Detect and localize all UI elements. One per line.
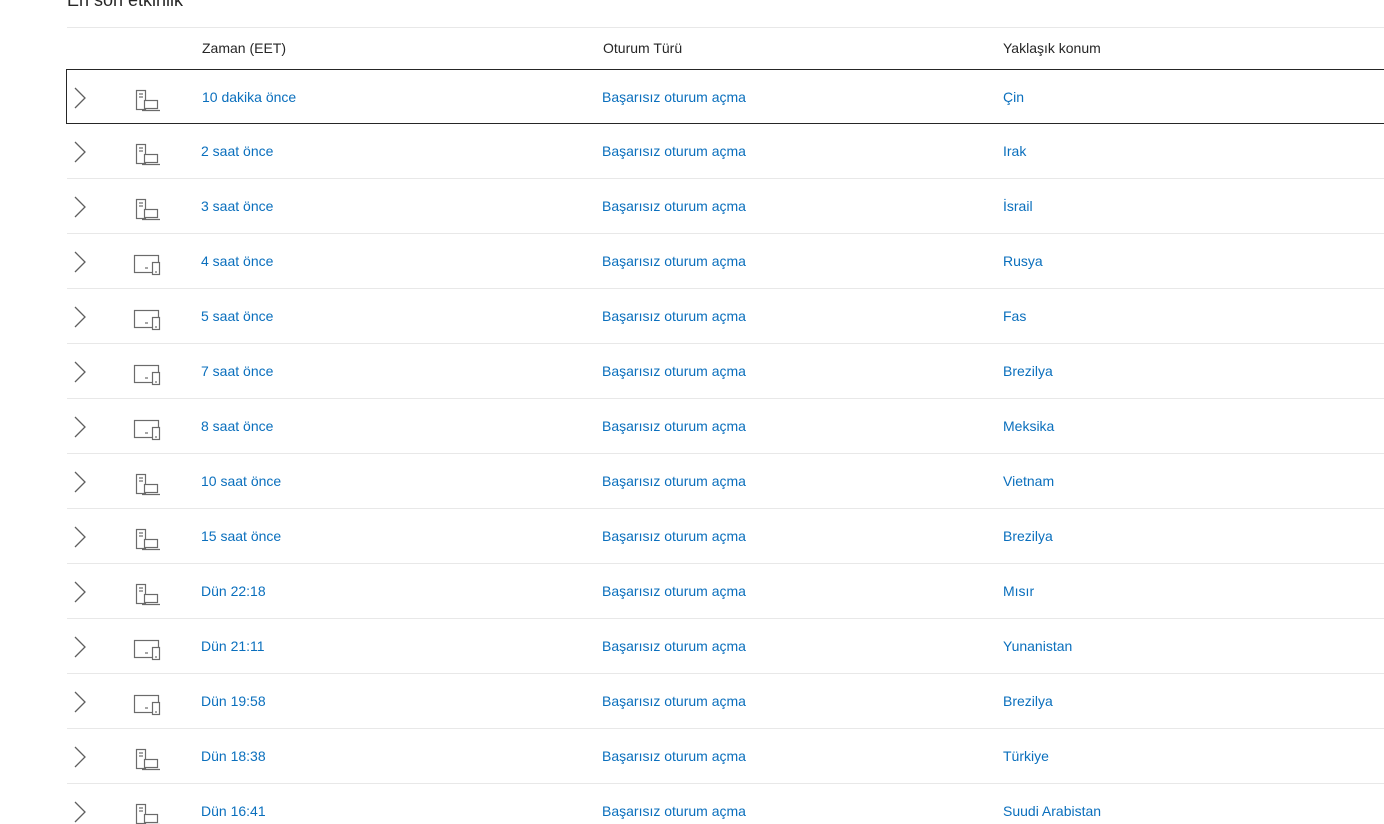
activity-time[interactable]: 5 saat önce — [201, 289, 273, 344]
activity-row-10[interactable]: Dün 22:18 Başarısız oturum açma Mısır — [67, 564, 1384, 619]
activity-time[interactable]: Dün 22:18 — [201, 564, 266, 619]
activity-location[interactable]: İsrail — [1003, 179, 1033, 234]
desktop-laptop-icon — [135, 198, 160, 221]
chevron-right-icon[interactable] — [73, 196, 87, 218]
activity-time[interactable]: 15 saat önce — [201, 509, 281, 564]
activity-time[interactable]: Dün 21:11 — [201, 619, 265, 674]
chevron-right-icon[interactable] — [73, 416, 87, 438]
activity-row-3[interactable]: 3 saat önce Başarısız oturum açma İsrail — [67, 179, 1384, 234]
chevron-right-icon[interactable] — [73, 526, 87, 548]
activity-session-type[interactable]: Başarısız oturum açma — [602, 234, 746, 289]
desktop-laptop-icon — [135, 473, 160, 496]
table-header: Zaman (EET) Oturum Türü Yaklaşık konum — [67, 28, 1384, 69]
chevron-right-icon[interactable] — [73, 361, 87, 383]
recent-activity-page: En son etkinlik Zaman (EET) Oturum Türü … — [0, 0, 1384, 824]
activity-session-type[interactable]: Başarısız oturum açma — [602, 70, 746, 125]
activity-row-4[interactable]: 4 saat önce Başarısız oturum açma Rusya — [67, 234, 1384, 289]
chevron-right-icon[interactable] — [73, 87, 87, 109]
activity-location[interactable]: Brezilya — [1003, 674, 1053, 729]
activity-row-9[interactable]: 15 saat önce Başarısız oturum açma Brezi… — [67, 509, 1384, 564]
activity-location[interactable]: Fas — [1003, 289, 1026, 344]
desktop-laptop-icon — [135, 89, 160, 112]
activity-session-type[interactable]: Başarısız oturum açma — [602, 179, 746, 234]
monitor-phone-icon — [133, 639, 161, 661]
chevron-right-icon[interactable] — [73, 746, 87, 768]
desktop-laptop-icon — [135, 583, 160, 606]
activity-session-type[interactable]: Başarısız oturum açma — [602, 454, 746, 509]
activity-row-11[interactable]: Dün 21:11 Başarısız oturum açma Yunanist… — [67, 619, 1384, 674]
column-header-location: Yaklaşık konum — [1003, 40, 1101, 56]
chevron-right-icon[interactable] — [73, 636, 87, 658]
monitor-phone-icon — [133, 254, 161, 276]
chevron-right-icon[interactable] — [73, 581, 87, 603]
activity-time[interactable]: Dün 19:58 — [201, 674, 266, 729]
activity-location[interactable]: Suudi Arabistan — [1003, 784, 1101, 824]
activity-row-1[interactable]: 10 dakika önce Başarısız oturum açma Çin — [66, 69, 1384, 124]
activity-session-type[interactable]: Başarısız oturum açma — [602, 674, 746, 729]
chevron-right-icon[interactable] — [73, 801, 87, 823]
activity-location[interactable]: Vietnam — [1003, 454, 1054, 509]
activity-location[interactable]: Irak — [1003, 124, 1026, 179]
chevron-right-icon[interactable] — [73, 141, 87, 163]
activity-session-type[interactable]: Başarısız oturum açma — [602, 509, 746, 564]
activity-row-12[interactable]: Dün 19:58 Başarısız oturum açma Brezilya — [67, 674, 1384, 729]
activity-session-type[interactable]: Başarısız oturum açma — [602, 124, 746, 179]
activity-time[interactable]: 3 saat önce — [201, 179, 273, 234]
desktop-laptop-icon — [135, 748, 160, 771]
activity-row-2[interactable]: 2 saat önce Başarısız oturum açma Irak — [67, 124, 1384, 179]
activity-location[interactable]: Meksika — [1003, 399, 1054, 454]
activity-location[interactable]: Brezilya — [1003, 509, 1053, 564]
activity-time[interactable]: 4 saat önce — [201, 234, 273, 289]
monitor-phone-icon — [133, 309, 161, 331]
monitor-phone-icon — [133, 419, 161, 441]
activity-location[interactable]: Brezilya — [1003, 344, 1053, 399]
monitor-phone-icon — [133, 694, 161, 716]
column-header-time: Zaman (EET) — [202, 40, 287, 56]
activity-location[interactable]: Çin — [1003, 70, 1024, 125]
activity-session-type[interactable]: Başarısız oturum açma — [602, 344, 746, 399]
activity-time[interactable]: 8 saat önce — [201, 399, 273, 454]
activity-session-type[interactable]: Başarısız oturum açma — [602, 289, 746, 344]
activity-time[interactable]: 10 dakika önce — [202, 70, 296, 125]
chevron-right-icon[interactable] — [73, 251, 87, 273]
activity-row-6[interactable]: 7 saat önce Başarısız oturum açma Brezil… — [67, 344, 1384, 399]
section-title: En son etkinlik — [67, 0, 184, 10]
activity-row-14[interactable]: Dün 16:41 Başarısız oturum açma Suudi Ar… — [67, 784, 1384, 824]
activity-session-type[interactable]: Başarısız oturum açma — [602, 399, 746, 454]
chevron-right-icon[interactable] — [73, 691, 87, 713]
desktop-laptop-icon — [135, 528, 160, 551]
activity-session-type[interactable]: Başarısız oturum açma — [602, 729, 746, 784]
activity-time[interactable]: 2 saat önce — [201, 124, 273, 179]
desktop-laptop-icon — [135, 803, 160, 824]
desktop-laptop-icon — [135, 143, 160, 166]
activity-location[interactable]: Rusya — [1003, 234, 1043, 289]
activity-session-type[interactable]: Başarısız oturum açma — [602, 564, 746, 619]
chevron-right-icon[interactable] — [73, 306, 87, 328]
column-header-session-type: Oturum Türü — [603, 40, 683, 56]
activity-time[interactable]: Dün 18:38 — [201, 729, 266, 784]
chevron-right-icon[interactable] — [73, 471, 87, 493]
activity-row-8[interactable]: 10 saat önce Başarısız oturum açma Vietn… — [67, 454, 1384, 509]
activity-row-13[interactable]: Dün 18:38 Başarısız oturum açma Türkiye — [67, 729, 1384, 784]
activity-time[interactable]: 7 saat önce — [201, 344, 273, 399]
activity-list: 10 dakika önce Başarısız oturum açma Çin… — [66, 69, 1384, 824]
activity-session-type[interactable]: Başarısız oturum açma — [602, 784, 746, 824]
activity-location[interactable]: Yunanistan — [1003, 619, 1072, 674]
activity-location[interactable]: Mısır — [1003, 564, 1034, 619]
activity-location[interactable]: Türkiye — [1003, 729, 1049, 784]
activity-session-type[interactable]: Başarısız oturum açma — [602, 619, 746, 674]
activity-time[interactable]: Dün 16:41 — [201, 784, 266, 824]
activity-row-7[interactable]: 8 saat önce Başarısız oturum açma Meksik… — [67, 399, 1384, 454]
activity-time[interactable]: 10 saat önce — [201, 454, 281, 509]
activity-row-5[interactable]: 5 saat önce Başarısız oturum açma Fas — [67, 289, 1384, 344]
monitor-phone-icon — [133, 364, 161, 386]
